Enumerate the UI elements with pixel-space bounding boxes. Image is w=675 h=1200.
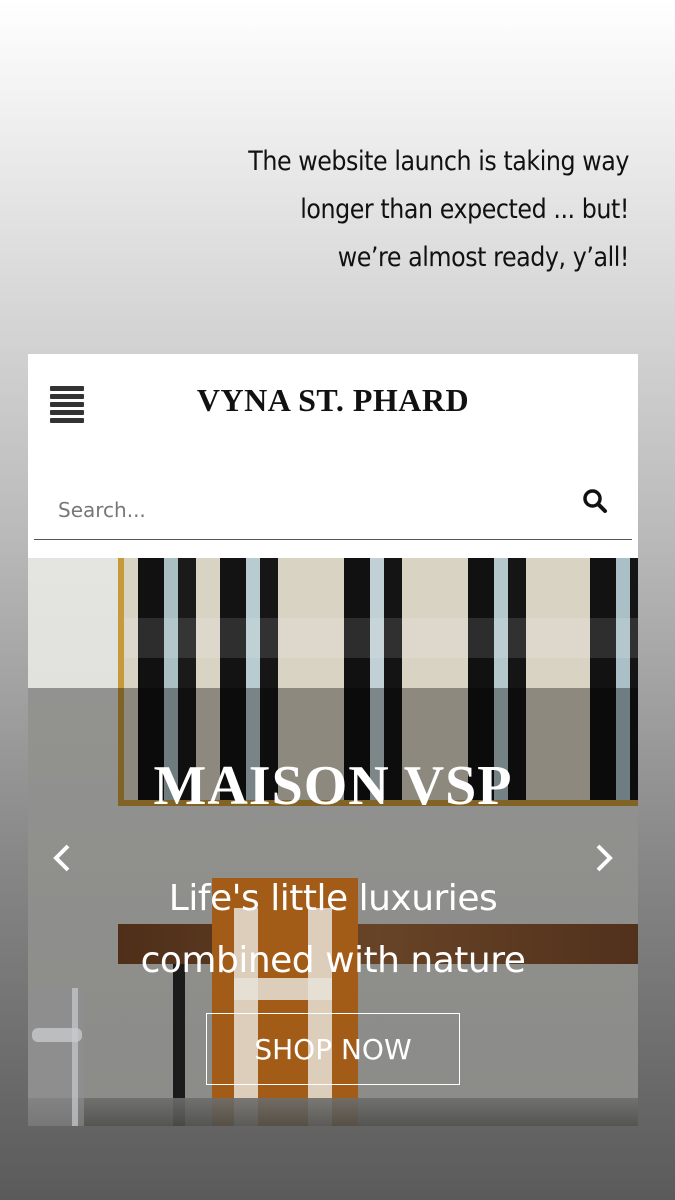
caption-line-2: longer than expected ... but! [300,194,629,225]
hero-subtitle: Life's little luxuries combined with nat… [88,868,578,992]
hero-subtitle-line-2: combined with nature [140,940,526,981]
search-input[interactable] [34,480,632,540]
hero-title: MAISON VSP [153,755,513,817]
search-icon[interactable] [582,488,608,514]
brand-logo[interactable]: VYNA ST. PHARD [28,382,638,419]
search-bar [28,454,638,546]
hero-slider: MAISON VSP Life's little luxuries combin… [28,558,638,1126]
chevron-right-icon[interactable] [588,838,618,878]
site-header: VYNA ST. PHARD [28,354,638,454]
hero-subtitle-line-1: Life's little luxuries [168,878,498,919]
caption-line-3: we’re almost ready, y’all! [337,242,630,273]
caption-line-1: The website launch is taking way [248,146,629,177]
story-caption: The website launch is taking way longer … [171,138,629,282]
website-preview: VYNA ST. PHARD Search... MAISON VSP Life… [28,354,638,1126]
shop-now-button[interactable]: SHOP NOW [206,1013,460,1085]
chevron-left-icon[interactable] [48,838,78,878]
